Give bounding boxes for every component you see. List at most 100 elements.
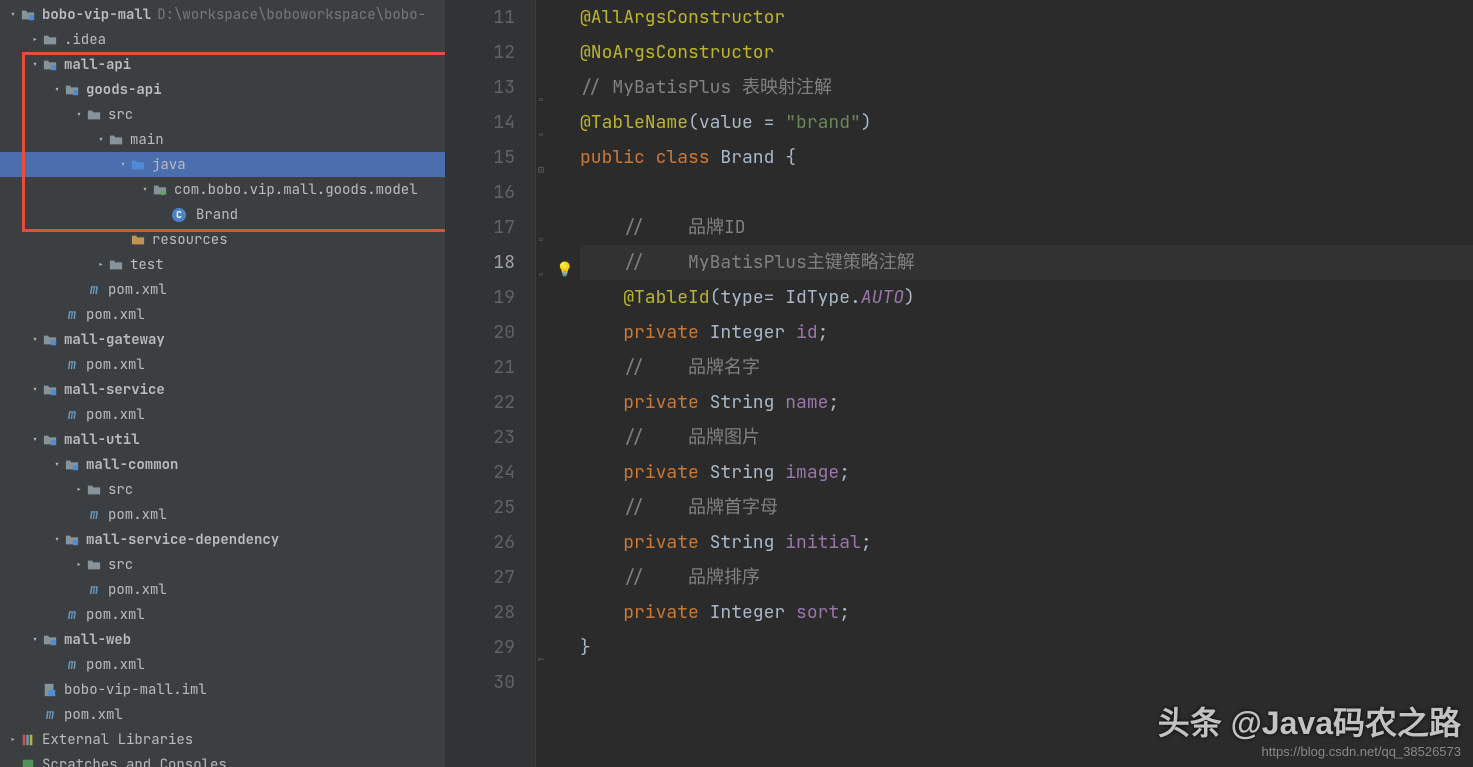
chevron-down-icon[interactable]: ▾ bbox=[50, 458, 64, 471]
tree-item-pom-xml[interactable]: mpom.xml bbox=[0, 402, 445, 427]
line-number[interactable]: 13 bbox=[446, 70, 515, 105]
code-line[interactable]: private Integer sort; bbox=[580, 595, 1473, 630]
tree-item-test[interactable]: ▸test bbox=[0, 252, 445, 277]
line-number[interactable]: 11 bbox=[446, 0, 515, 35]
tree-item-pom-xml[interactable]: mpom.xml bbox=[0, 602, 445, 627]
tree-item-pom-xml[interactable]: mpom.xml bbox=[0, 652, 445, 677]
tree-item-mall-web[interactable]: ▾mall-web bbox=[0, 627, 445, 652]
code-editor[interactable]: 1112131415161718192021222324252627282930… bbox=[446, 0, 1473, 767]
line-number[interactable]: 27 bbox=[446, 560, 515, 595]
code-line[interactable]: // 品牌排序 bbox=[580, 560, 1473, 595]
line-number-gutter[interactable]: 1112131415161718192021222324252627282930 bbox=[446, 0, 536, 767]
lightbulb-icon[interactable]: 💡 bbox=[556, 253, 573, 288]
tree-item-pom-xml[interactable]: mpom.xml bbox=[0, 352, 445, 377]
chevron-right-icon[interactable]: ▸ bbox=[72, 558, 86, 571]
tree-item-pom-xml[interactable]: mpom.xml bbox=[0, 302, 445, 327]
line-number[interactable]: 26 bbox=[446, 525, 515, 560]
code-line[interactable]: // MyBatisPlus主键策略注解 bbox=[580, 245, 1473, 280]
chevron-right-icon[interactable]: ▸ bbox=[28, 33, 42, 46]
fold-open-icon[interactable]: ⊟ bbox=[538, 152, 544, 187]
tree-item-src[interactable]: ▸src bbox=[0, 477, 445, 502]
code-line[interactable] bbox=[580, 175, 1473, 210]
code-line[interactable]: // 品牌图片 bbox=[580, 420, 1473, 455]
tree-item-src[interactable]: ▾src bbox=[0, 102, 445, 127]
tree-item-brand[interactable]: CBrand bbox=[0, 202, 445, 227]
project-tree-panel[interactable]: ▾bobo-vip-mallD:\workspace\boboworkspace… bbox=[0, 0, 446, 767]
tree-item-pom-xml[interactable]: mpom.xml bbox=[0, 702, 445, 727]
chevron-down-icon[interactable]: ▾ bbox=[72, 108, 86, 121]
tree-item--idea[interactable]: ▸.idea bbox=[0, 27, 445, 52]
chevron-down-icon[interactable]: ▾ bbox=[138, 183, 152, 196]
code-line[interactable]: // 品牌ID bbox=[580, 210, 1473, 245]
chevron-right-icon[interactable]: ▸ bbox=[6, 733, 20, 746]
chevron-down-icon[interactable]: ▾ bbox=[50, 83, 64, 96]
tree-item-pom-xml[interactable]: mpom.xml bbox=[0, 577, 445, 602]
line-number[interactable]: 15 bbox=[446, 140, 515, 175]
code-line[interactable]: private String name; bbox=[580, 385, 1473, 420]
tree-item-bobo-vip-mall-iml[interactable]: bobo-vip-mall.iml bbox=[0, 677, 445, 702]
line-number[interactable]: 17 bbox=[446, 210, 515, 245]
code-line[interactable]: private String initial; bbox=[580, 525, 1473, 560]
line-number[interactable]: 18 bbox=[446, 245, 515, 280]
code-line[interactable]: @AllArgsConstructor bbox=[580, 0, 1473, 35]
code-line[interactable]: private Integer id; bbox=[580, 315, 1473, 350]
fold-column[interactable]: ▫▫⊟▫▫⌐ bbox=[536, 0, 554, 767]
code-line[interactable]: // MyBatisPlus 表映射注解 bbox=[580, 70, 1473, 105]
tree-item-pom-xml[interactable]: mpom.xml bbox=[0, 502, 445, 527]
chevron-down-icon[interactable]: ▾ bbox=[28, 633, 42, 646]
tree-item-goods-api[interactable]: ▾goods-api bbox=[0, 77, 445, 102]
tree-item-mall-common[interactable]: ▾mall-common bbox=[0, 452, 445, 477]
line-number[interactable]: 24 bbox=[446, 455, 515, 490]
line-number[interactable]: 14 bbox=[446, 105, 515, 140]
tree-item-mall-util[interactable]: ▾mall-util bbox=[0, 427, 445, 452]
tree-item-mall-service[interactable]: ▾mall-service bbox=[0, 377, 445, 402]
tree-item-resources[interactable]: resources bbox=[0, 227, 445, 252]
line-number[interactable]: 30 bbox=[446, 665, 515, 700]
fold-box-icon[interactable]: ▫ bbox=[538, 222, 544, 257]
tree-item-external-libraries[interactable]: ▸External Libraries bbox=[0, 727, 445, 752]
code-line[interactable]: private String image; bbox=[580, 455, 1473, 490]
code-line[interactable]: } bbox=[580, 630, 1473, 665]
line-number[interactable]: 29 bbox=[446, 630, 515, 665]
tree-item-com-bobo-vip-mall-goods-model[interactable]: ▾com.bobo.vip.mall.goods.model bbox=[0, 177, 445, 202]
tree-item-mall-gateway[interactable]: ▾mall-gateway bbox=[0, 327, 445, 352]
chevron-down-icon[interactable]: ▾ bbox=[6, 8, 20, 21]
line-number[interactable]: 19 bbox=[446, 280, 515, 315]
line-number[interactable]: 20 bbox=[446, 315, 515, 350]
tree-item-java[interactable]: ▾java bbox=[0, 152, 445, 177]
code-line[interactable]: // 品牌首字母 bbox=[580, 490, 1473, 525]
tree-item-pom-xml[interactable]: mpom.xml bbox=[0, 277, 445, 302]
tree-item-mall-api[interactable]: ▾mall-api bbox=[0, 52, 445, 77]
line-number[interactable]: 23 bbox=[446, 420, 515, 455]
chevron-down-icon[interactable]: ▾ bbox=[28, 383, 42, 396]
line-number[interactable]: 25 bbox=[446, 490, 515, 525]
tree-item-mall-service-dependency[interactable]: ▾mall-service-dependency bbox=[0, 527, 445, 552]
tree-item-scratches-and-consoles[interactable]: Scratches and Consoles bbox=[0, 752, 445, 767]
fold-box-icon[interactable]: ▫ bbox=[538, 257, 544, 292]
chevron-down-icon[interactable]: ▾ bbox=[28, 58, 42, 71]
code-line[interactable]: @TableId(type= IdType.AUTO) bbox=[580, 280, 1473, 315]
code-line[interactable]: public class Brand { bbox=[580, 140, 1473, 175]
chevron-down-icon[interactable]: ▾ bbox=[116, 158, 130, 171]
tree-item-main[interactable]: ▾main bbox=[0, 127, 445, 152]
code-content[interactable]: @AllArgsConstructor@NoArgsConstructor// … bbox=[576, 0, 1473, 767]
line-number[interactable]: 28 bbox=[446, 595, 515, 630]
fold-box-icon[interactable]: ▫ bbox=[538, 117, 544, 152]
line-number[interactable]: 12 bbox=[446, 35, 515, 70]
fold-box-icon[interactable]: ▫ bbox=[538, 82, 544, 117]
code-line[interactable]: @TableName(value = "brand") bbox=[580, 105, 1473, 140]
chevron-down-icon[interactable]: ▾ bbox=[28, 433, 42, 446]
code-line[interactable]: // 品牌名字 bbox=[580, 350, 1473, 385]
chevron-down-icon[interactable]: ▾ bbox=[94, 133, 108, 146]
chevron-down-icon[interactable]: ▾ bbox=[50, 533, 64, 546]
line-number[interactable]: 21 bbox=[446, 350, 515, 385]
line-number[interactable]: 22 bbox=[446, 385, 515, 420]
code-line[interactable] bbox=[580, 665, 1473, 700]
tree-item-bobo-vip-mall[interactable]: ▾bobo-vip-mallD:\workspace\boboworkspace… bbox=[0, 2, 445, 27]
code-line[interactable]: @NoArgsConstructor bbox=[580, 35, 1473, 70]
tree-item-src[interactable]: ▸src bbox=[0, 552, 445, 577]
chevron-right-icon[interactable]: ▸ bbox=[94, 258, 108, 271]
chevron-down-icon[interactable]: ▾ bbox=[28, 333, 42, 346]
chevron-right-icon[interactable]: ▸ bbox=[72, 483, 86, 496]
fold-close-icon[interactable]: ⌐ bbox=[538, 642, 544, 677]
